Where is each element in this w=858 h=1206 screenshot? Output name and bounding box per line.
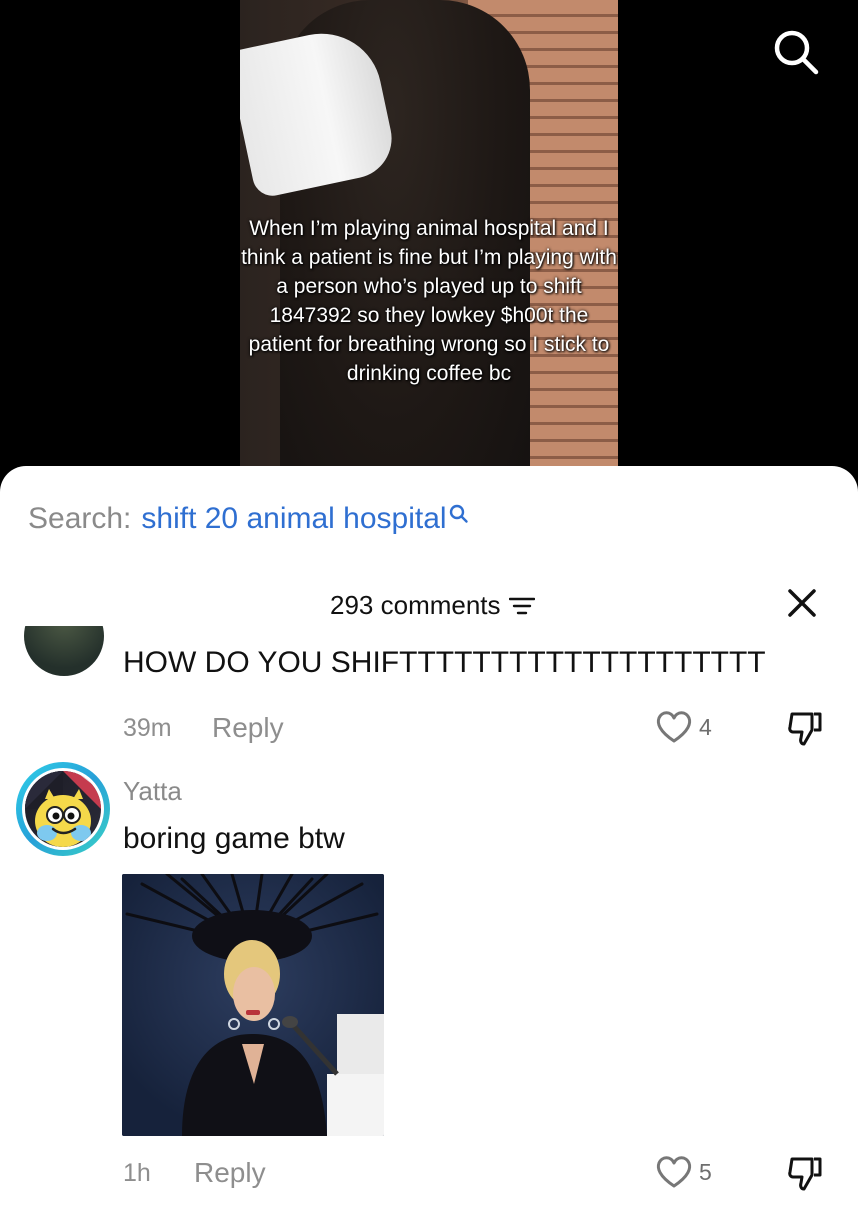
heart-icon (656, 1156, 692, 1188)
reply-button[interactable]: Reply (212, 712, 284, 744)
gif-image (122, 874, 384, 1136)
like-button[interactable]: 5 (655, 1155, 712, 1189)
monster-icon (25, 771, 101, 847)
comment-count-label: 293 comments (330, 590, 501, 620)
search-label: Search: (28, 502, 132, 535)
close-icon (788, 589, 816, 617)
like-button[interactable]: 4 (655, 710, 712, 744)
dislike-button[interactable] (786, 710, 824, 753)
comment-text: boring game btw (123, 822, 345, 855)
close-button[interactable] (785, 586, 819, 620)
search-term-link[interactable]: shift 20 animal hospital (141, 502, 446, 536)
related-search[interactable]: Search: shift 20 animal hospital (28, 502, 469, 536)
heart-icon (656, 711, 692, 743)
avatar-ring (22, 768, 104, 850)
comment-count[interactable]: 293 comments (330, 590, 535, 621)
avatar[interactable] (16, 762, 110, 856)
video-caption: When I’m playing animal hospital and I t… (241, 217, 617, 385)
comment-time: 39m (123, 714, 172, 742)
comment-gif[interactable] (122, 874, 384, 1136)
comments-header: 293 comments (0, 586, 858, 626)
filter-icon (508, 597, 535, 614)
comment-text: HOW DO YOU SHIFTTTTTTTTTTTTTTTTTTTT (123, 646, 766, 679)
avatar[interactable] (24, 626, 104, 678)
avatar-image (24, 626, 104, 676)
avatar-image (25, 771, 101, 847)
dislike-button[interactable] (786, 1155, 824, 1198)
comment-time: 1h (123, 1159, 151, 1187)
like-count: 4 (699, 713, 712, 740)
video-player[interactable]: When I’m playing animal hospital and I t… (0, 0, 858, 520)
comment-username[interactable]: Yatta (123, 776, 182, 807)
thumbs-down-icon (788, 1157, 822, 1191)
reply-button[interactable]: Reply (194, 1157, 266, 1189)
video-frame: When I’m playing animal hospital and I t… (240, 0, 618, 520)
search-icon (449, 504, 468, 523)
search-button[interactable] (770, 26, 822, 78)
search-icon (774, 30, 819, 75)
comments-sheet: Search: shift 20 animal hospital 293 com… (0, 466, 858, 1206)
like-count: 5 (699, 1158, 712, 1185)
thumbs-down-icon (788, 712, 822, 746)
